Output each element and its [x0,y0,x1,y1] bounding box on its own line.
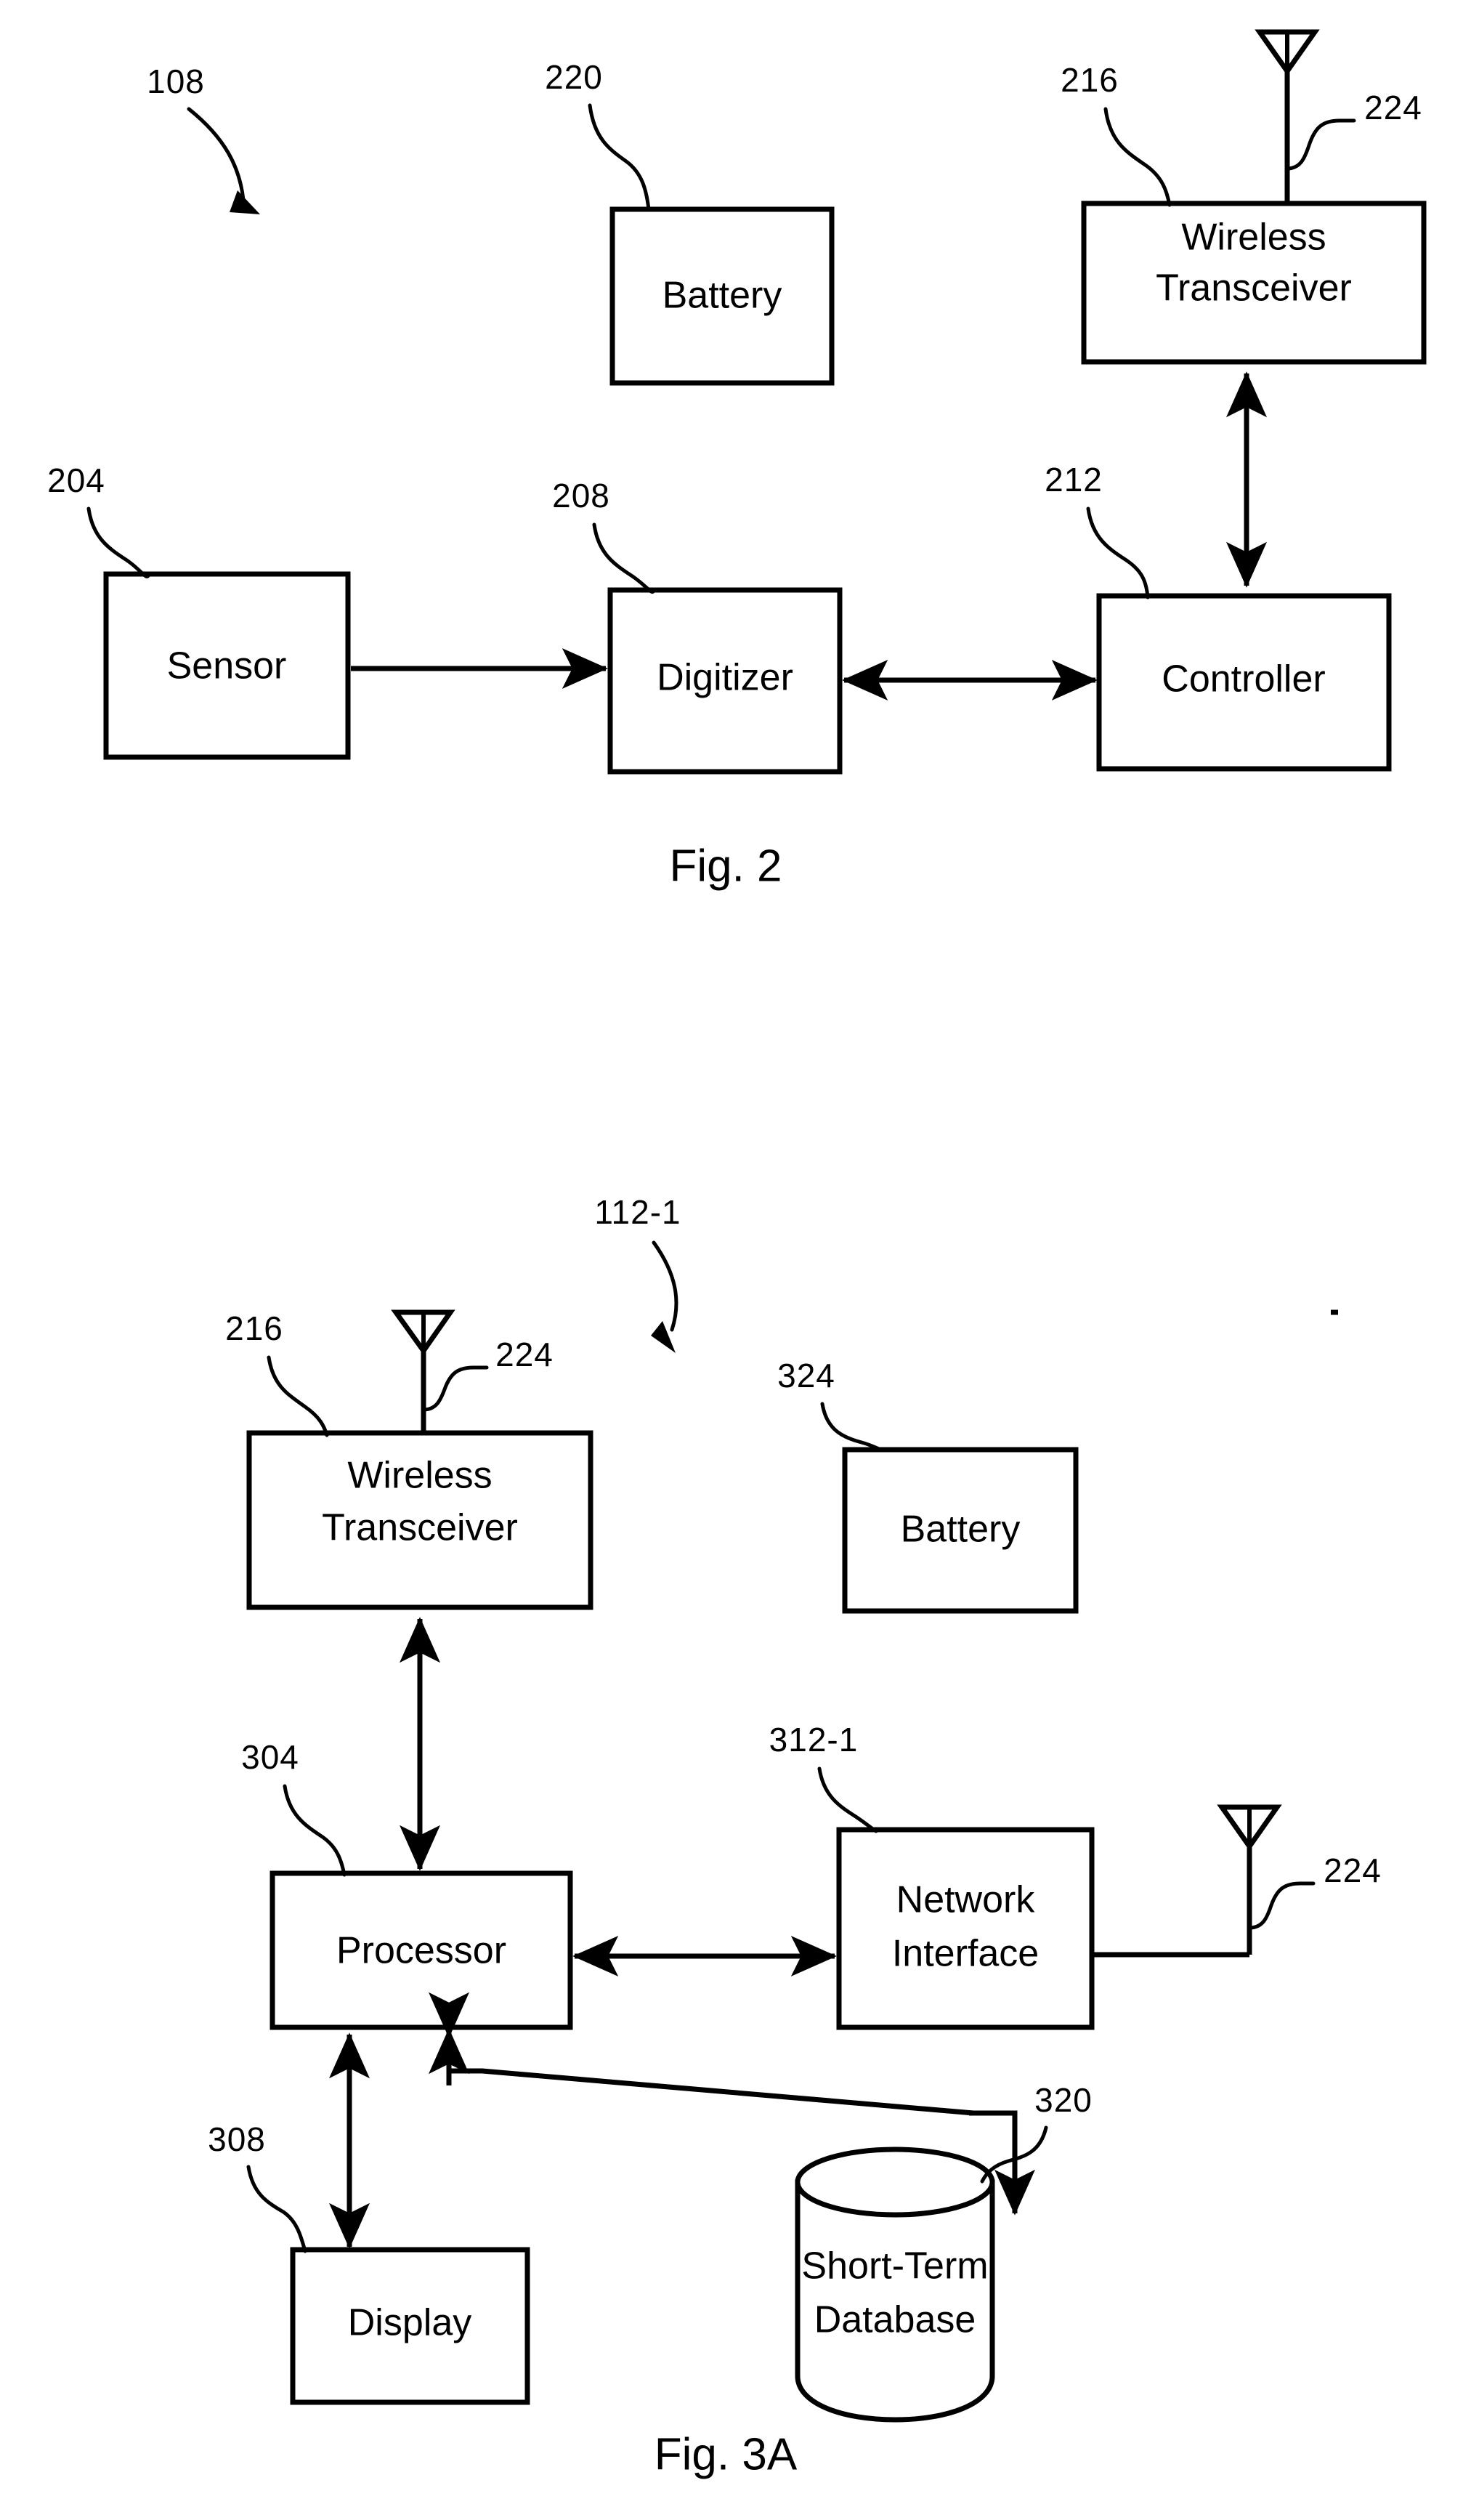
block-database-320[interactable]: Short-Term Database [795,2147,995,2423]
database-cylinder-top-320 [795,2147,995,2218]
ref-leader-308 [246,2165,307,2253]
ref-number-204: 204 [47,461,105,499]
ref-number-108: 108 [147,62,205,100]
antenna-224-top-fig3a [391,1309,455,1435]
wireless-transceiver-label-line2-fig2: Transceiver [1156,267,1352,310]
ref-number-308: 308 [208,2120,266,2158]
wireless-transceiver-label-line1-fig3a: Wireless [347,1455,492,1497]
assembly-arrowhead-108 [230,190,260,214]
ref-number-304: 304 [241,1738,299,1776]
wireless-transceiver-label-line1-fig2: Wireless [1181,217,1326,259]
controller-label-212: Controller [1162,658,1325,700]
database-label-line1-320: Short-Term [801,2245,988,2287]
figure-2-group: 108 Battery 220 224 Wireless Transceiver… [47,29,1427,891]
ref-leader-220 [588,103,651,211]
block-digitizer-208[interactable]: Digitizer [607,587,843,775]
ref-number-212: 212 [1045,461,1103,498]
ref-number-224-network: 224 [1324,1851,1382,1889]
processor-label-304: Processor [336,1930,506,1972]
antenna-224-fig2 [1255,29,1320,209]
ref-number-224-fig2: 224 [1364,89,1422,126]
ref-leader-324 [820,1402,886,1453]
display-label-308: Display [348,2302,472,2344]
figures-canvas: 108 Battery 220 224 Wireless Transceiver… [47,29,1427,2479]
sensor-label-204: Sensor [167,645,287,687]
ref-leader-208 [592,522,656,594]
block-display-308[interactable]: Display [290,2247,530,2405]
network-interface-label-line1: Network [896,1879,1036,1921]
wireless-transceiver-label-line2-fig3a: Transceiver [322,1507,518,1549]
ref-number-216-fig2: 216 [1061,61,1119,99]
figure-3a-caption: Fig. 3A [655,2429,798,2479]
block-battery-220[interactable]: Battery [609,206,835,386]
patent-drawing-sheet: 108 Battery 220 224 Wireless Transceiver… [0,0,1471,2520]
block-network-interface-312-1[interactable]: Network Interface [836,1827,1095,2030]
ref-leader-224-fig3a [421,1365,489,1412]
block-wireless-transceiver-216-fig2[interactable]: Wireless Transceiver [1081,201,1427,365]
ref-leader-204 [86,506,151,578]
ref-number-324: 324 [777,1357,835,1394]
ref-leader-216-fig3a [267,1355,329,1437]
database-label-line2-320: Database [814,2299,976,2341]
antenna-224-network [1092,1804,1282,1958]
figure-2-caption: Fig. 2 [669,841,782,891]
ref-number-112-1: 112-1 [594,1193,681,1231]
ref-leader-212 [1086,506,1150,599]
network-interface-label-line2: Interface [892,1933,1039,1975]
ref-leader-224-network [1247,1881,1316,1930]
figure-3a-group: 112-1 224 Wireless Transceiver 216 Batte… [208,1193,1382,2479]
assembly-leader-108 [187,107,260,214]
ref-number-224-fig3a: 224 [495,1336,554,1373]
network-interface-box-312-1[interactable] [836,1827,1095,2030]
ref-leader-304 [283,1784,347,1877]
ref-leader-216-fig2 [1103,107,1172,207]
block-controller-212[interactable]: Controller [1096,593,1392,772]
assembly-leader-112-1 [651,1240,678,1353]
ref-number-320: 320 [1034,2081,1093,2119]
block-battery-324[interactable]: Battery [842,1447,1079,1614]
ref-number-208: 208 [552,477,610,514]
ref-number-312-1: 312-1 [769,1721,859,1758]
ref-number-220: 220 [545,58,603,96]
block-sensor-204[interactable]: Sensor [103,571,351,760]
digitizer-label-208: Digitizer [657,657,793,699]
ref-leader-224-fig2 [1285,118,1356,171]
battery-label-220: Battery [662,275,782,317]
block-processor-304[interactable]: Processor [270,1870,573,2030]
block-wireless-transceiver-216-fig3a[interactable]: Wireless Transceiver [246,1430,593,1610]
battery-label-324: Battery [901,1509,1021,1551]
ref-leader-312-1 [817,1766,878,1833]
ref-number-216-fig3a: 216 [225,1309,283,1347]
